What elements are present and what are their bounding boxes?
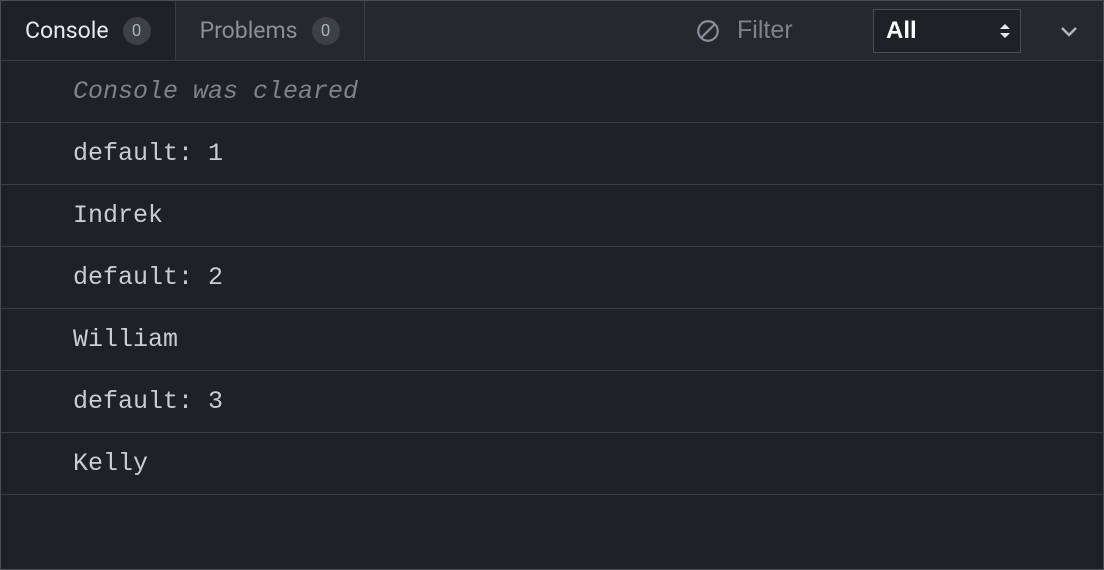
toolbar-right: All	[695, 1, 1103, 60]
log-row: default: 2	[1, 247, 1103, 309]
tab-console[interactable]: Console 0	[1, 1, 176, 60]
filter-input[interactable]	[737, 16, 857, 45]
tab-problems[interactable]: Problems 0	[176, 1, 365, 60]
tab-console-label: Console	[25, 17, 109, 44]
log-row: Indrek	[1, 185, 1103, 247]
tab-console-badge: 0	[123, 17, 151, 45]
clear-console-icon[interactable]	[695, 18, 721, 44]
log-row: default: 1	[1, 123, 1103, 185]
tab-problems-badge: 0	[312, 17, 340, 45]
console-log-area: Console was cleareddefault: 1Indrekdefau…	[1, 61, 1103, 495]
log-row-system: Console was cleared	[1, 61, 1103, 123]
tab-problems-label: Problems	[200, 17, 298, 44]
log-level-select-wrap: All	[873, 9, 1021, 53]
log-row: default: 3	[1, 371, 1103, 433]
log-level-select[interactable]: All	[873, 9, 1021, 53]
log-row: Kelly	[1, 433, 1103, 495]
console-settings-button[interactable]	[1047, 9, 1091, 53]
log-row: William	[1, 309, 1103, 371]
console-toolbar: Console 0 Problems 0 All	[1, 1, 1103, 61]
toolbar-spacer	[365, 1, 695, 60]
